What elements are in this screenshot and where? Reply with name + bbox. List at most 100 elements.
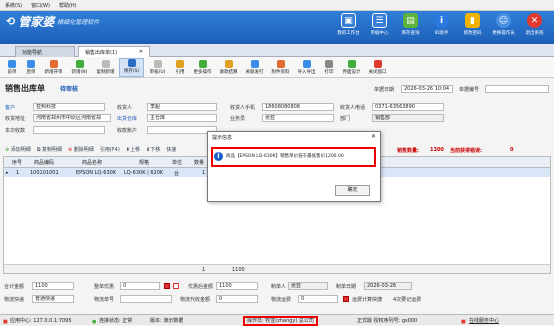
related-print-button[interactable]: 关联发打 — [242, 60, 267, 77]
print-button[interactable]: 打印 — [320, 60, 338, 77]
total-field[interactable]: 1100 — [32, 282, 74, 290]
col-code[interactable]: 商品编码 — [34, 159, 54, 166]
customer-field[interactable]: 亚邦科技 — [33, 103, 105, 111]
info-icon: i — [214, 152, 223, 161]
header-id-helper-button[interactable]: i ID助手 — [426, 13, 457, 36]
app-logo: ⟲ 管家婆 精细化管理软件 — [6, 13, 99, 30]
next-doc-button[interactable]: 后单 — [22, 60, 40, 77]
delete-row-button[interactable]: ⊗ 删除明细 — [68, 146, 94, 153]
header-icons: ▣ 我的工作台 ☰ 单据中心 ▤ 库存查询 i ID助手 ▮ 修改密码 ☺ 更换操作员 ✕ 退… — [333, 13, 550, 36]
ship-fee-field[interactable]: 0 — [216, 295, 258, 303]
addr-label: 收货地址 — [5, 116, 26, 122]
logo-icon: ⟲ — [6, 15, 16, 28]
make-date-label: 制单日期 — [336, 284, 357, 290]
close-icon[interactable]: ✕ — [139, 49, 143, 55]
pay-label: 4次要记运费 — [393, 297, 422, 303]
col-seq[interactable]: 序号 — [12, 159, 22, 166]
close-window-button[interactable]: 关闭窗口 — [365, 60, 390, 77]
prev-doc-button[interactable]: 前单 — [3, 60, 21, 77]
ship-amt-field[interactable]: 0 — [298, 295, 338, 303]
recv-phone-field[interactable]: 18608080808 — [262, 103, 334, 111]
after-discount-field[interactable]: 1100 — [216, 282, 258, 290]
page-title: 销售出库单 — [5, 84, 45, 93]
copy-row-button[interactable]: ⧉ 复制明细 — [37, 146, 62, 153]
dialog-title: 提示信息 — [212, 135, 233, 141]
maker-field[interactable]: 张亚 — [288, 282, 328, 290]
col-spec[interactable]: 规格 — [139, 159, 149, 166]
recv-phone-label: 收货人手机 — [230, 105, 256, 111]
reference-button[interactable]: 引用 — [171, 60, 189, 77]
ship-field[interactable]: 普通快递 — [32, 295, 74, 303]
new-doc-button[interactable]: 新增开单 — [41, 60, 66, 77]
online-service-link[interactable]: 在线服务中心 — [469, 317, 499, 324]
user-icon: ☺ — [496, 13, 511, 28]
warehouse-field[interactable]: 主仓库 — [147, 114, 217, 122]
add-row-button[interactable]: ⊕ 添加明细 — [5, 146, 31, 153]
close-icon[interactable]: ✕ — [371, 133, 376, 140]
dept-label: 部门 — [340, 116, 351, 122]
settle-button[interactable]: 收款结算 — [216, 60, 241, 77]
quick-button[interactable]: 快速 — [166, 146, 176, 153]
salesman-field[interactable]: 张亚 — [262, 114, 334, 122]
more-ops-button[interactable]: 更多操作 — [190, 60, 215, 77]
menu-help[interactable]: 帮助(H) — [59, 2, 77, 9]
salesman-label: 业务员 — [230, 116, 246, 122]
menu-system[interactable]: 系统(S) — [5, 2, 22, 9]
menu-bar: 系统(S) 窗口(W) 帮助(H) — [0, 0, 554, 11]
header-exit-button[interactable]: ✕ 退出系统 — [519, 13, 550, 36]
col-name[interactable]: 商品名称 — [82, 159, 102, 166]
save-button[interactable]: 保存(S) — [119, 58, 144, 77]
attachment-button[interactable]: 附件资料 — [268, 60, 293, 77]
doc-no-field[interactable] — [485, 85, 549, 93]
header-stock-button[interactable]: ▤ 库存查询 — [395, 13, 426, 36]
header-switch-user-button[interactable]: ☺ 更换操作员 — [488, 13, 519, 36]
discount-field[interactable]: 0 — [120, 282, 160, 290]
ok-button[interactable]: 确定 — [335, 185, 370, 196]
ship-amt-label: 物流运费 — [271, 297, 292, 303]
move-down-button[interactable]: ⬇下移 — [146, 146, 160, 153]
tab-strip: 功能导航 销售出库单(1) ✕ — [0, 44, 554, 57]
import-export-button[interactable]: 导入导出 — [294, 60, 319, 77]
exit-icon: ✕ — [527, 13, 542, 28]
discount-label: 整单优惠 — [94, 284, 115, 290]
date-field[interactable]: 2026-03-26 10:04 — [401, 85, 453, 93]
reference-f4-button[interactable]: 引用(F4) — [100, 146, 120, 153]
header-password-button[interactable]: ▮ 修改密码 — [457, 13, 488, 36]
after-discount-label: 优惠后金额 — [188, 284, 214, 290]
ship-no-label: 物流单号 — [94, 297, 115, 303]
col-unit[interactable]: 单位 — [172, 159, 182, 166]
add-button[interactable]: 新增(N) — [67, 60, 92, 77]
stock-icon: ▤ — [403, 13, 418, 28]
ui-design-button[interactable]: 界面设计 — [339, 60, 364, 77]
col-qty[interactable]: 数量 — [194, 159, 204, 166]
recv-tel-field[interactable]: 0371-63563890 — [372, 103, 444, 111]
ship-no-field[interactable] — [120, 295, 172, 303]
header-desk-button[interactable]: ▣ 我的工作台 — [333, 13, 364, 36]
tab-sales-outbound[interactable]: 销售出库单(1) ✕ — [78, 46, 150, 57]
make-date-field[interactable]: 2026-03-26 — [364, 282, 412, 290]
total-amount: 1100 — [232, 267, 245, 273]
tab-function-nav[interactable]: 功能导航 — [15, 46, 75, 57]
toolbar: 前单 后单 新增开单 新增(N) 复制新增 保存(S) 审核(U) 引用 更多操… — [0, 57, 554, 78]
logo-text: 管家婆 — [18, 15, 55, 29]
audit-button[interactable]: 审核(U) — [145, 60, 170, 77]
income-field[interactable] — [33, 126, 105, 134]
menu-window[interactable]: 窗口(W) — [31, 2, 50, 9]
header-doc-center-button[interactable]: ☰ 单据中心 — [364, 13, 395, 36]
dialog-message: 商品【EPSON LQ-630K】销售单价低于最低售价1200.00 — [226, 154, 344, 159]
desk-icon: ▣ — [341, 13, 356, 28]
dept-field[interactable]: 销售部 — [372, 114, 444, 122]
logo-slogan: 精细化管理软件 — [57, 19, 100, 26]
lock-icon: ▮ — [465, 13, 480, 28]
copy-add-button[interactable]: 复制新增 — [93, 60, 118, 77]
move-up-button[interactable]: ⬆上移 — [126, 146, 140, 153]
ship-calc-checkbox[interactable] — [343, 296, 349, 302]
recv-person-field[interactable]: 李超 — [147, 103, 217, 111]
ship-label: 物流快递 — [4, 297, 25, 303]
addr-field[interactable]: 河南省郑州市中原区河南省郑 — [33, 114, 111, 122]
discount-checkbox[interactable] — [164, 283, 170, 289]
discount-clear-checkbox[interactable] — [173, 283, 179, 289]
row-pointer-icon: ▸ — [6, 170, 9, 176]
ship-fee-label: 物流代收金额 — [180, 297, 211, 303]
maker-label: 制单人 — [271, 284, 287, 290]
